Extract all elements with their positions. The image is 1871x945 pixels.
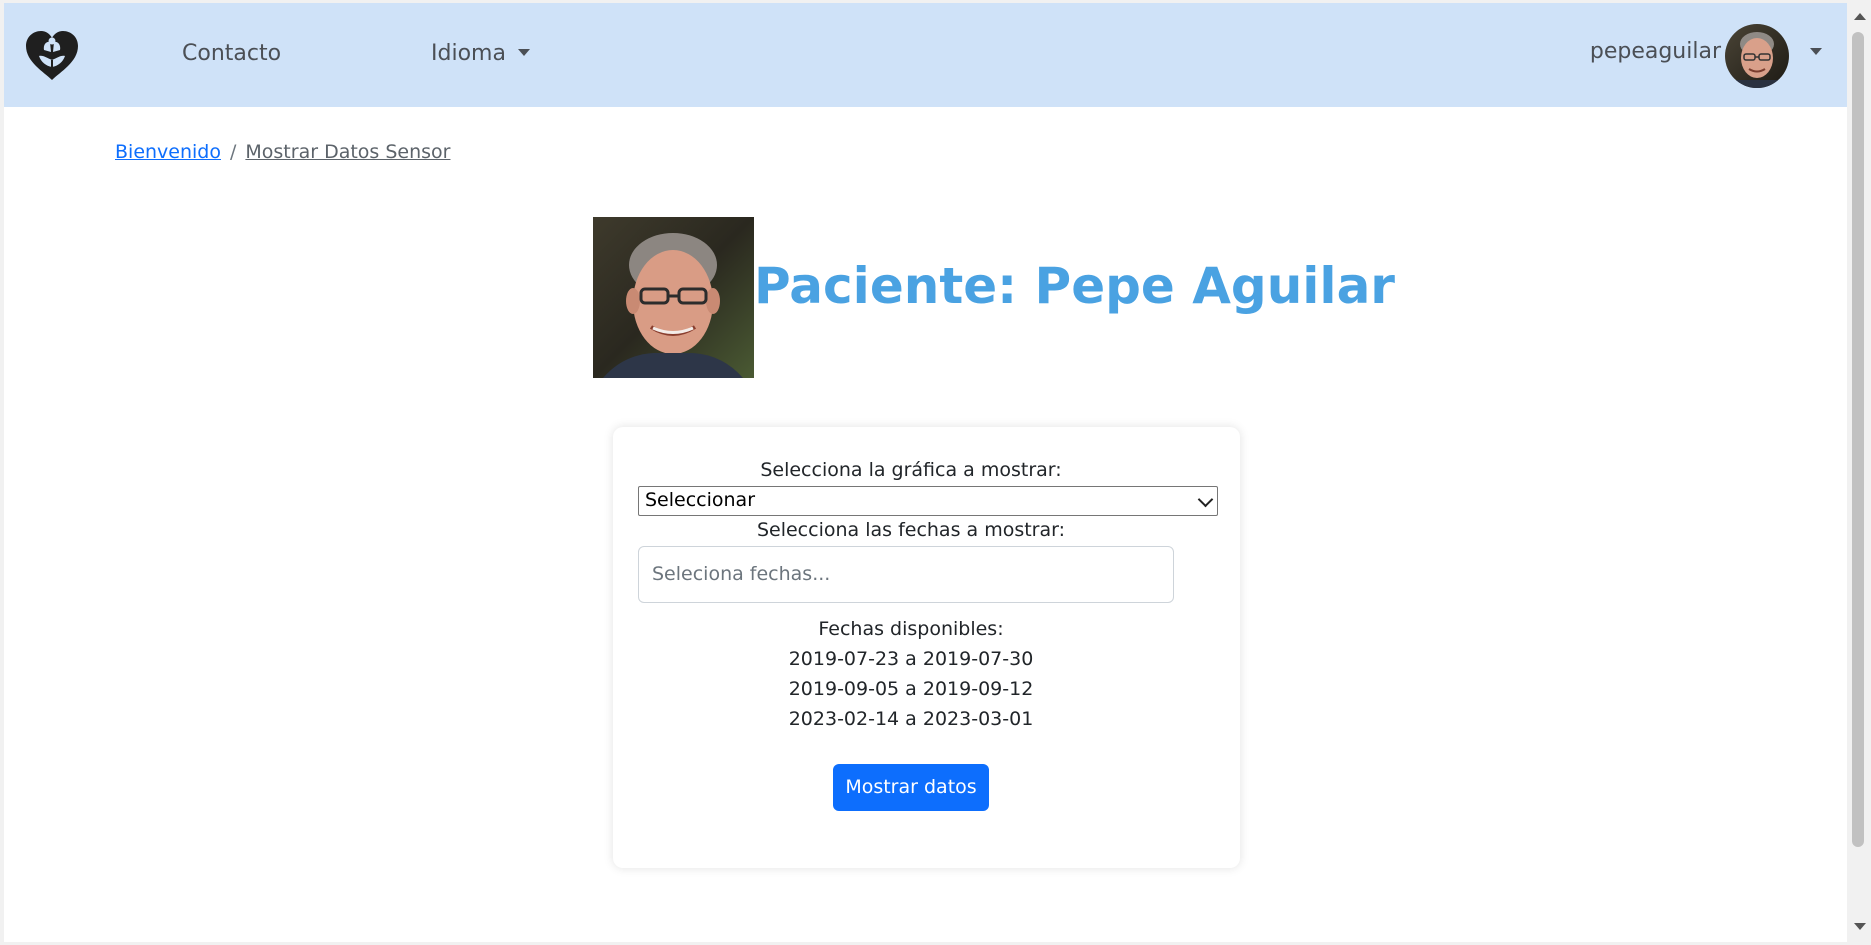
vertical-scrollbar[interactable] xyxy=(1847,3,1871,942)
page-title: Paciente: Pepe Aguilar xyxy=(754,257,1395,315)
date-range-input[interactable]: Seleciona fechas... xyxy=(638,546,1174,603)
scrollbar-thumb[interactable] xyxy=(1852,32,1864,847)
top-navbar: Contacto Idioma pepeaguilar xyxy=(4,3,1847,107)
sensor-data-form-card: Selecciona la gráfica a mostrar: Selecci… xyxy=(613,427,1240,868)
user-menu-chevron-down-icon[interactable] xyxy=(1810,48,1822,55)
nav-idioma-label: Idioma xyxy=(431,41,506,66)
chevron-down-icon xyxy=(1197,491,1214,508)
nav-link-contacto[interactable]: Contacto xyxy=(182,41,281,66)
user-name[interactable]: pepeaguilar xyxy=(1590,39,1721,64)
dates-label: Selecciona las fechas a mostrar: xyxy=(756,519,1066,541)
chevron-down-icon xyxy=(517,48,530,56)
breadcrumb: Bienvenido / Mostrar Datos Sensor xyxy=(115,141,450,163)
chart-select[interactable]: Seleccionar xyxy=(638,486,1218,516)
chart-select-label: Selecciona la gráfica a mostrar: xyxy=(760,459,1062,481)
breadcrumb-separator: / xyxy=(229,141,237,163)
available-dates-label: Fechas disponibles: xyxy=(818,618,1004,640)
available-date-range: 2019-07-23 a 2019-07-30 xyxy=(788,648,1034,670)
scroll-down-arrow-icon[interactable] xyxy=(1854,923,1866,930)
patient-photo xyxy=(593,217,754,378)
heart-hands-logo-icon[interactable] xyxy=(24,30,80,82)
chart-select-value: Seleccionar xyxy=(645,489,756,511)
show-data-button[interactable]: Mostrar datos xyxy=(833,764,989,811)
browser-viewport: Contacto Idioma pepeaguilar Bienvenido /… xyxy=(4,3,1847,942)
breadcrumb-home-link[interactable]: Bienvenido xyxy=(115,141,221,163)
available-date-range: 2023-02-14 a 2023-03-01 xyxy=(788,708,1034,730)
breadcrumb-current[interactable]: Mostrar Datos Sensor xyxy=(245,141,450,163)
nav-dropdown-idioma[interactable]: Idioma xyxy=(431,41,530,66)
available-date-range: 2019-09-05 a 2019-09-12 xyxy=(788,678,1034,700)
user-avatar[interactable] xyxy=(1725,24,1789,88)
scroll-up-arrow-icon[interactable] xyxy=(1854,13,1866,20)
